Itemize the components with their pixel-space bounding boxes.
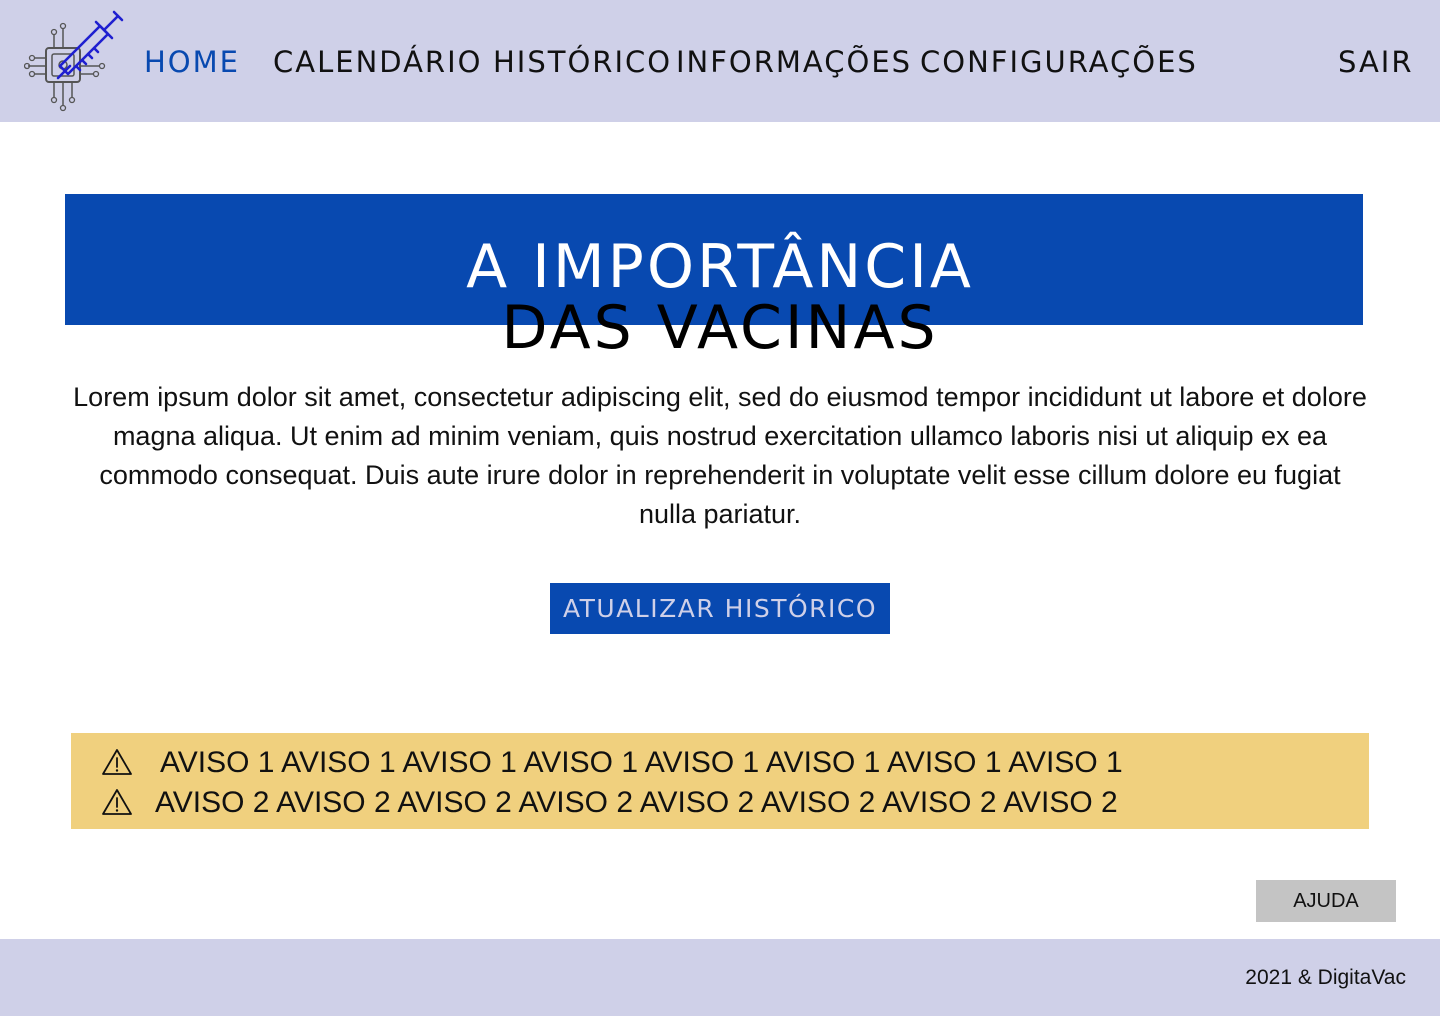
warning-icon — [101, 747, 133, 777]
alert-row: AVISO 2 AVISO 2 AVISO 2 AVISO 2 AVISO 2 … — [71, 783, 1369, 823]
nav-home[interactable]: HOME — [144, 40, 240, 84]
nav-history[interactable]: HISTÓRICO — [493, 40, 672, 84]
footer: 2021 & DigitaVac — [0, 939, 1440, 1016]
hero-body-text: Lorem ipsum dolor sit amet, consectetur … — [73, 382, 1367, 529]
nav-logout[interactable]: SAIR — [1338, 40, 1414, 84]
alert-text: AVISO 1 AVISO 1 AVISO 1 AVISO 1 AVISO 1 … — [160, 746, 1123, 779]
hero-title-line-1: A IMPORTÂNCIA — [466, 232, 974, 302]
warning-icon — [101, 787, 133, 817]
update-history-button[interactable]: ATUALIZAR HISTÓRICO — [550, 583, 890, 634]
nav-info[interactable]: INFORMAÇÕES — [676, 40, 912, 84]
syringe-chip-logo-icon[interactable] — [23, 8, 130, 114]
hero-title-line-2: DAS VACINAS — [501, 293, 939, 363]
copyright-text: 2021 & DigitaVac — [1245, 966, 1406, 989]
help-button[interactable]: AJUDA — [1256, 880, 1396, 922]
alert-row: AVISO 1 AVISO 1 AVISO 1 AVISO 1 AVISO 1 … — [71, 743, 1369, 783]
nav-calendar[interactable]: CALENDÁRIO — [273, 40, 482, 84]
top-nav-bar: HOME CALENDÁRIO HISTÓRICO INFORMAÇÕES CO… — [0, 0, 1440, 122]
alerts-panel: AVISO 1 AVISO 1 AVISO 1 AVISO 1 AVISO 1 … — [71, 733, 1369, 829]
nav-settings[interactable]: CONFIGURAÇÕES — [920, 40, 1198, 84]
alert-text: AVISO 2 AVISO 2 AVISO 2 AVISO 2 AVISO 2 … — [155, 786, 1118, 819]
